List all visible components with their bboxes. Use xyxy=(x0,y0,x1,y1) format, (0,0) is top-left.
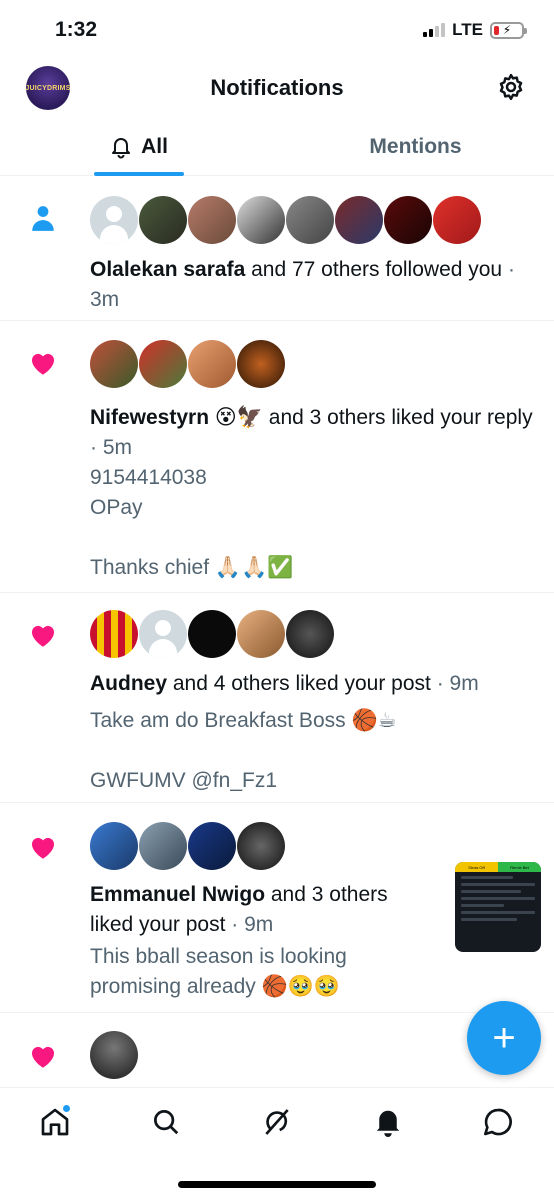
grok-slash-icon xyxy=(265,1109,289,1135)
avatar[interactable] xyxy=(139,196,187,244)
avatar-stack xyxy=(90,1031,139,1079)
body-line: This bball season is looking xyxy=(90,945,347,968)
avatar-stack xyxy=(90,610,335,658)
body-line xyxy=(90,523,293,553)
notification-body: Take am do Breakfast Boss 🏀☕ GWFUMV @fn_… xyxy=(90,706,396,796)
notification-time: · 9m xyxy=(436,672,479,695)
avatar[interactable] xyxy=(188,196,236,244)
notification-item[interactable]: Olalekan sarafa and 77 others followed y… xyxy=(0,177,554,321)
notification-text: Nifewestyrn 😵🦅 and 3 others liked your r… xyxy=(90,403,535,463)
tab-mentions[interactable]: Mentions xyxy=(277,118,554,176)
avatar[interactable] xyxy=(139,822,187,870)
home-indicator xyxy=(178,1181,376,1188)
avatar-stack xyxy=(90,196,482,244)
settings-gear-icon[interactable] xyxy=(496,72,526,102)
avatar[interactable] xyxy=(335,196,383,244)
body-line: promising already 🏀🥹🥹 xyxy=(90,975,341,998)
compose-button[interactable]: + xyxy=(467,1001,541,1075)
avatar[interactable] xyxy=(384,196,432,244)
status-bar: 1:32 LTE ⚡ xyxy=(0,0,554,60)
avatar[interactable] xyxy=(90,340,138,388)
thumbnail-show-off: Show Off xyxy=(455,862,498,872)
body-line: Thanks chief 🙏🏻🙏🏻✅ xyxy=(90,556,294,579)
avatar[interactable] xyxy=(237,610,285,658)
notification-time: · 5m xyxy=(90,436,132,459)
heart-icon xyxy=(28,619,58,649)
actor-name[interactable]: Olalekan sarafa xyxy=(90,258,245,281)
notification-text: Olalekan sarafa and 77 others followed y… xyxy=(90,255,545,315)
avatar-stack xyxy=(90,822,286,870)
status-time: 1:32 xyxy=(55,18,98,41)
notification-action: and 4 others liked your post xyxy=(172,672,431,695)
avatar[interactable] xyxy=(90,196,138,244)
active-tab-indicator xyxy=(94,172,184,176)
notification-tabs: All Mentions xyxy=(0,118,554,176)
status-icons: LTE ⚡ xyxy=(423,20,527,40)
thumbnail-remix: Remix Bet xyxy=(498,862,541,872)
notification-text: Audney and 4 others liked your post · 9m xyxy=(90,669,535,699)
nav-messages[interactable] xyxy=(478,1102,518,1142)
avatar[interactable] xyxy=(188,340,236,388)
body-line: GWFUMV @fn_Fz1 xyxy=(90,769,278,792)
thumbnail-toolbar: Show Off Remix Bet xyxy=(455,862,541,872)
nav-grok[interactable] xyxy=(257,1102,297,1142)
search-icon xyxy=(154,1110,179,1135)
actor-name[interactable]: Emmanuel Nwigo xyxy=(90,883,265,906)
avatar[interactable] xyxy=(433,196,481,244)
chat-bubble-icon xyxy=(484,1108,512,1136)
avatar[interactable] xyxy=(90,822,138,870)
heart-icon xyxy=(28,831,58,861)
tab-all-label: All xyxy=(141,135,168,158)
person-icon xyxy=(28,203,58,233)
body-line: 9154414038 xyxy=(90,466,207,489)
avatar[interactable] xyxy=(139,610,187,658)
avatar[interactable] xyxy=(188,610,236,658)
notification-item[interactable]: Audney and 4 others liked your post · 9m… xyxy=(0,593,554,803)
avatar[interactable] xyxy=(188,822,236,870)
avatar[interactable] xyxy=(90,610,138,658)
heart-icon xyxy=(28,347,58,377)
avatar[interactable] xyxy=(237,822,285,870)
body-line: OPay xyxy=(90,496,143,519)
avatar[interactable] xyxy=(237,340,285,388)
notification-time: · 9m xyxy=(231,913,274,936)
header: JUICYDRIMS Notifications xyxy=(0,60,554,118)
nav-home[interactable] xyxy=(35,1102,75,1142)
tab-all[interactable]: All xyxy=(0,118,277,176)
avatar[interactable] xyxy=(139,340,187,388)
page-title: Notifications xyxy=(210,75,344,100)
notification-action: and 3 others liked your reply xyxy=(268,406,533,429)
signal-icon xyxy=(423,23,446,37)
nav-notifications[interactable] xyxy=(368,1102,408,1142)
actor-name[interactable]: Audney xyxy=(90,672,167,695)
avatar[interactable] xyxy=(286,610,334,658)
heart-icon xyxy=(28,1040,58,1070)
avatar[interactable] xyxy=(286,196,334,244)
network-label: LTE xyxy=(452,20,483,39)
actor-name[interactable]: Nifewestyrn 😵🦅 xyxy=(90,406,263,429)
notification-text: Emmanuel Nwigo and 3 others liked your p… xyxy=(90,880,435,940)
avatar-stack xyxy=(90,340,286,388)
nav-search[interactable] xyxy=(146,1102,186,1142)
avatar[interactable] xyxy=(237,196,285,244)
bell-icon xyxy=(112,138,131,159)
body-line: Take am do Breakfast Boss 🏀☕ xyxy=(90,709,397,732)
notification-action: and 77 others followed you xyxy=(251,258,503,281)
notification-item[interactable]: Nifewestyrn 😵🦅 and 3 others liked your r… xyxy=(0,321,554,593)
body-line xyxy=(90,736,396,766)
media-thumbnail[interactable]: Show Off Remix Bet xyxy=(455,862,541,952)
notification-body: This bball season is looking promising a… xyxy=(90,942,347,1002)
avatar[interactable] xyxy=(90,1031,138,1079)
battery-icon: ⚡ xyxy=(490,21,527,39)
unread-dot xyxy=(62,1104,71,1113)
notification-body: 9154414038 OPay Thanks chief 🙏🏻🙏🏻✅ xyxy=(90,463,293,583)
tab-mentions-label: Mentions xyxy=(369,135,462,158)
bell-icon xyxy=(376,1110,400,1137)
